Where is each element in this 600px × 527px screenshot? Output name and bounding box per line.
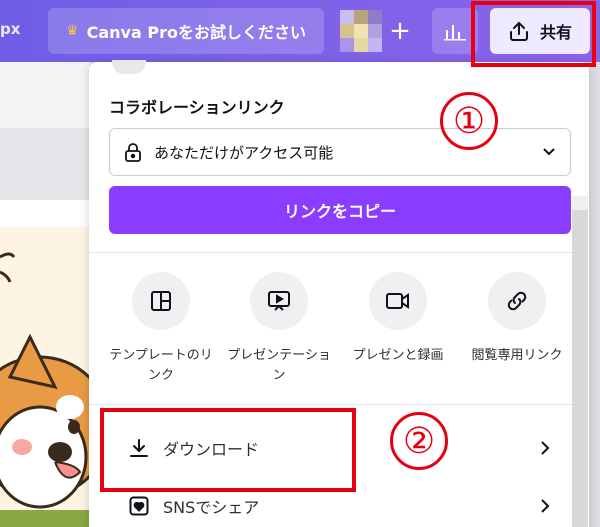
panel-divider-1 bbox=[89, 252, 572, 253]
bar-chart-icon bbox=[444, 25, 466, 41]
chevron-right-icon bbox=[541, 499, 550, 513]
share-button-highlight bbox=[471, 1, 596, 67]
annotation-number-2: ② bbox=[390, 412, 448, 470]
corgi-illustration bbox=[0, 252, 90, 509]
presentation-icon bbox=[268, 291, 290, 311]
heart-box-icon bbox=[129, 496, 149, 516]
copy-link-label: リンクをコピー bbox=[283, 202, 396, 221]
plus-icon: + bbox=[389, 16, 411, 46]
collaboration-link-title: コラボレーションリンク bbox=[109, 98, 285, 117]
share-options: テンプレートのリンク プレゼンテーション プレゼンと録画 閲覧専用リンク bbox=[89, 272, 572, 392]
crown-icon: ♛ bbox=[66, 23, 79, 39]
canvas-grass-strip bbox=[0, 510, 90, 527]
add-collaborator-button[interactable]: + bbox=[382, 10, 418, 52]
editor-area-background bbox=[0, 128, 90, 200]
option-template-link-circle bbox=[132, 272, 190, 330]
scrollbar-up-area[interactable] bbox=[572, 196, 588, 210]
design-canvas[interactable] bbox=[0, 227, 90, 527]
template-icon bbox=[151, 291, 171, 311]
link-icon bbox=[507, 291, 527, 311]
option-presentation-label: プレゼンテーション bbox=[227, 348, 331, 383]
option-template-link-label: テンプレートのリンク bbox=[109, 348, 213, 383]
annotation-number-1: ① bbox=[440, 92, 498, 150]
option-template-link[interactable]: テンプレートのリンク bbox=[101, 272, 221, 386]
lock-icon bbox=[125, 143, 141, 162]
sns-share-label: SNSでシェア bbox=[163, 498, 260, 517]
chevron-down-icon bbox=[543, 148, 555, 156]
option-view-only-link-label: 閲覧専用リンク bbox=[471, 348, 563, 363]
copy-link-button[interactable]: リンクをコピー bbox=[109, 186, 571, 234]
option-present-and-record[interactable]: プレゼンと録画 bbox=[338, 272, 458, 366]
editor-toolbar-background bbox=[0, 62, 90, 128]
canva-pro-trial-button[interactable]: ♛ Canva Proをお試しください bbox=[48, 8, 324, 54]
option-presentation-circle bbox=[250, 272, 308, 330]
page-header-background bbox=[0, 200, 90, 227]
option-presentation[interactable]: プレゼンテーション bbox=[219, 272, 339, 386]
size-unit-label: px bbox=[0, 20, 21, 38]
video-record-icon bbox=[386, 293, 409, 309]
option-view-only-link-circle bbox=[488, 272, 546, 330]
access-level-value: あなただけがアクセス可能 bbox=[154, 143, 334, 162]
panel-divider-2 bbox=[89, 404, 572, 405]
access-level-select[interactable]: あなただけがアクセス可能 bbox=[109, 128, 571, 176]
avatar[interactable] bbox=[340, 10, 382, 52]
chevron-right-icon bbox=[541, 441, 550, 455]
panel-scrollbar[interactable] bbox=[572, 210, 588, 527]
canva-pro-label: Canva Proをお試しください bbox=[86, 23, 306, 42]
option-present-and-record-label: プレゼンと録画 bbox=[352, 348, 444, 363]
option-present-and-record-circle bbox=[369, 272, 427, 330]
download-highlight bbox=[100, 408, 356, 492]
option-view-only-link[interactable]: 閲覧専用リンク bbox=[457, 272, 577, 366]
